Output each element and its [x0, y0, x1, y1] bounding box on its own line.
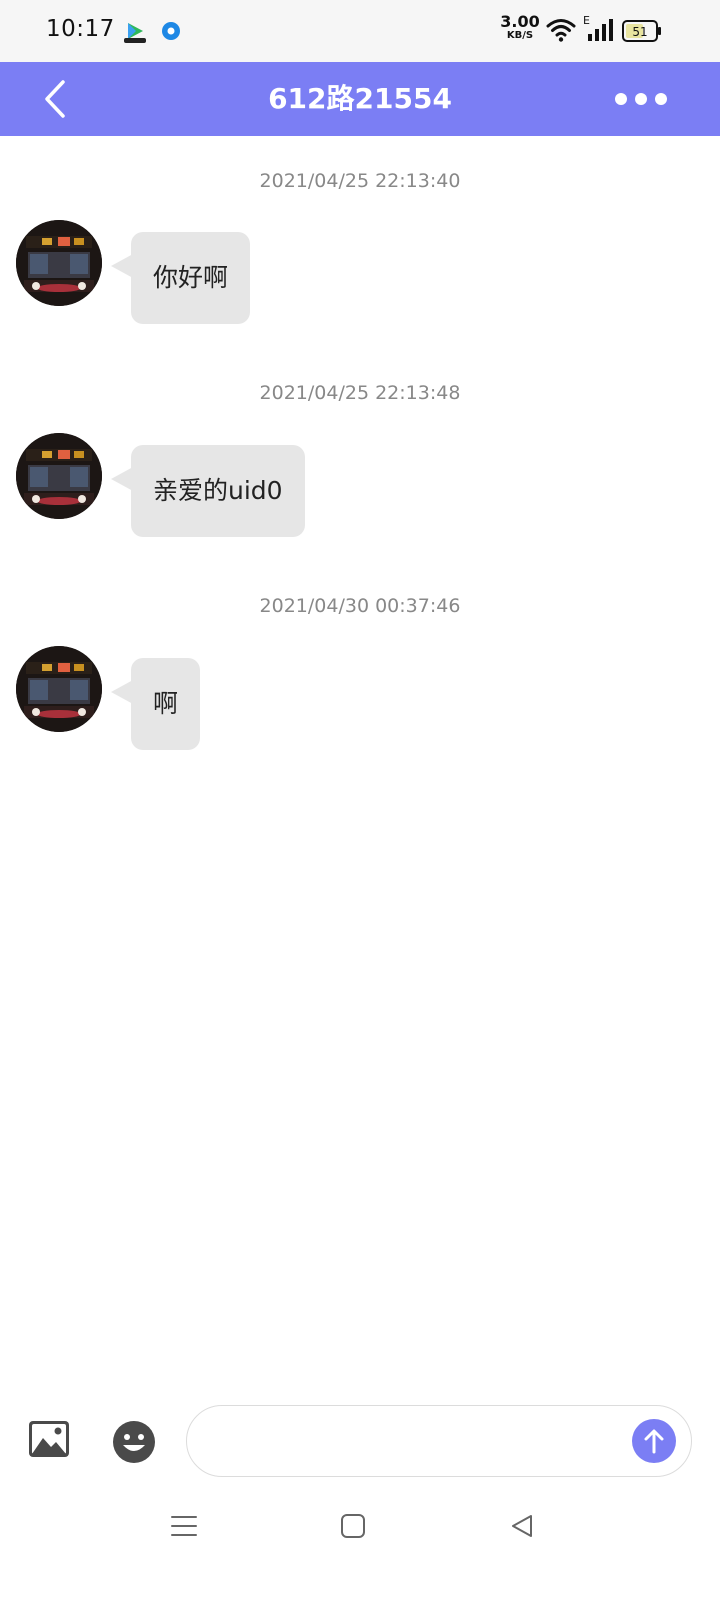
- emoji-button[interactable]: [112, 1420, 156, 1464]
- battery-level: 51: [632, 25, 647, 39]
- nav-menu-button[interactable]: [164, 1508, 204, 1544]
- image-button[interactable]: [28, 1420, 70, 1458]
- more-button[interactable]: [606, 76, 676, 122]
- back-triangle-icon: [512, 1515, 532, 1537]
- net-speed: 3.00 KB/S: [500, 14, 540, 41]
- message-timestamp: 2021/04/25 22:13:40: [259, 170, 461, 192]
- net-speed-unit: KB/S: [506, 30, 534, 41]
- send-button[interactable]: [632, 1419, 676, 1463]
- signal-icon: E: [583, 14, 613, 48]
- avatar[interactable]: [16, 220, 102, 306]
- message-row: 你好啊: [0, 220, 720, 324]
- message-bubble[interactable]: 亲爱的uid0: [111, 445, 305, 537]
- avatar[interactable]: [16, 433, 102, 519]
- status-time: 10:17: [46, 16, 115, 42]
- home-square-icon: [341, 1514, 365, 1538]
- emoji-icon: [113, 1421, 155, 1463]
- network-type: E: [583, 14, 590, 27]
- avatar[interactable]: [16, 646, 102, 732]
- back-button[interactable]: [28, 72, 82, 126]
- message-input[interactable]: [186, 1405, 692, 1477]
- video-app-icon: [123, 20, 147, 44]
- menu-icon: [171, 1516, 197, 1536]
- more-dot: [615, 93, 627, 105]
- message-timestamp: 2021/04/30 00:37:46: [259, 595, 461, 617]
- message-timestamp: 2021/04/25 22:13:48: [259, 382, 461, 404]
- message-row: 亲爱的uid0: [0, 433, 720, 537]
- chevron-left-icon: [45, 80, 65, 118]
- blue-app-icon: [160, 20, 184, 44]
- status-bar: 10:17 3.00 KB/S E 51: [0, 0, 720, 62]
- more-dot: [655, 93, 667, 105]
- chat-header: 612路21554: [0, 62, 720, 136]
- message-row: 啊: [0, 646, 720, 750]
- message-bubble[interactable]: 你好啊: [110, 232, 251, 324]
- more-dot: [635, 93, 647, 105]
- nav-back-button[interactable]: [502, 1508, 542, 1544]
- arrow-up-icon: [644, 1429, 664, 1454]
- battery-icon: 51: [622, 20, 662, 46]
- image-icon: [29, 1421, 69, 1457]
- nav-home-button[interactable]: [333, 1508, 373, 1544]
- net-speed-value: 3.00: [500, 12, 540, 31]
- message-bubble[interactable]: 啊: [110, 658, 201, 750]
- wifi-icon: [546, 17, 576, 47]
